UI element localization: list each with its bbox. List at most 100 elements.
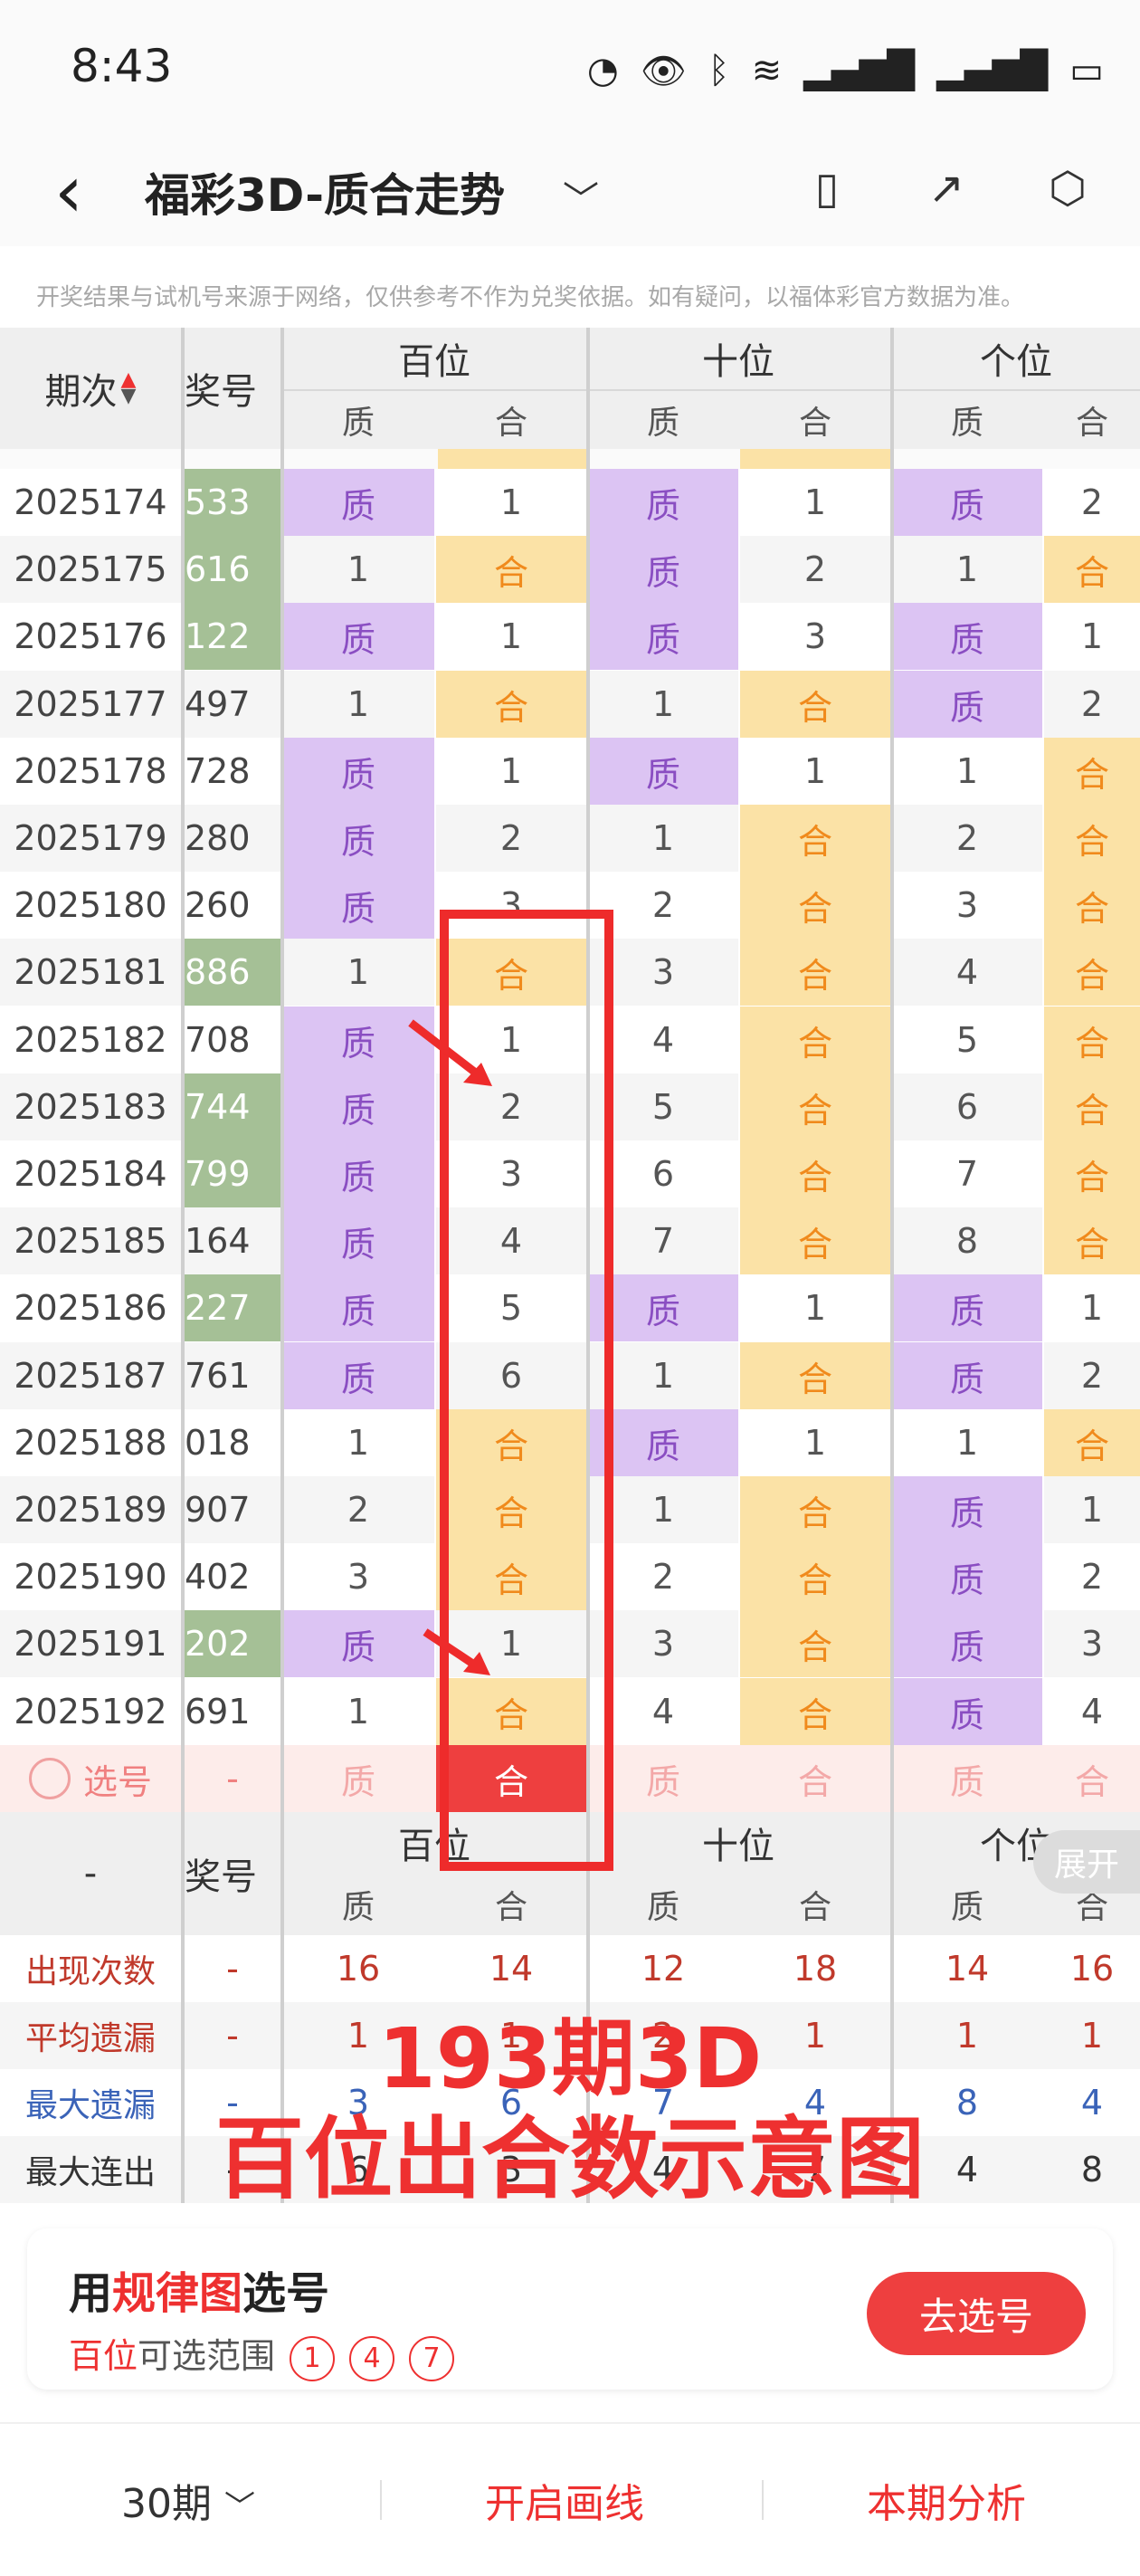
draw-number-cell: 744 — [185, 1073, 280, 1140]
trend-cell: 合 — [740, 1007, 890, 1073]
period-cell: 2025189 — [0, 1476, 181, 1543]
draw-number-cell: 122 — [185, 603, 280, 670]
trend-cell: 1 — [892, 536, 1042, 603]
choice-badge: 4 — [349, 2335, 395, 2381]
trend-cell: 1 — [588, 671, 738, 738]
trend-cell: 2 — [282, 1476, 434, 1543]
period-cell: 2025177 — [0, 671, 181, 738]
column-divider — [181, 328, 185, 2203]
header-group-1: 十位 — [702, 341, 774, 383]
trend-cell: 合 — [1044, 1207, 1140, 1274]
header-sub-2: 质 — [646, 405, 679, 442]
chevron-down-icon: ﹀ — [224, 2489, 255, 2525]
trend-cell: 质 — [282, 603, 434, 670]
radio-icon[interactable] — [28, 1758, 71, 1799]
trend-cell: 2 — [1080, 482, 1104, 522]
draw-number-cell: 497 — [185, 671, 280, 738]
period-cell: 2025191 — [0, 1610, 181, 1677]
trend-cell: 合 — [1044, 738, 1140, 805]
draw-number-cell: 018 — [185, 1423, 251, 1463]
trend-cell: 合 — [740, 1476, 890, 1543]
footer-draw: 奖号 — [185, 1856, 257, 1898]
go-select-button[interactable]: 去选号 — [867, 2272, 1086, 2355]
trend-cell: 质 — [892, 1678, 1042, 1745]
trend-cell: 1 — [1044, 1476, 1140, 1543]
trend-cell: 质 — [892, 1342, 1042, 1409]
footer-sub-0: 质 — [341, 1889, 375, 1926]
trend-cell: 质 — [892, 1610, 1042, 1677]
select-cell[interactable]: 合 — [1044, 1745, 1140, 1812]
trend-cell: 合 — [740, 1543, 890, 1610]
trend-cell: 合 — [740, 805, 890, 872]
divider — [282, 389, 1140, 391]
draw-number-cell: 164 — [185, 1207, 280, 1274]
trend-cell: 质 — [282, 872, 434, 939]
select-cell[interactable]: 质 — [282, 1745, 434, 1812]
trend-cell: 1 — [499, 616, 523, 656]
trend-cell: 3 — [347, 1557, 370, 1597]
period-count-selector[interactable]: 30期 ﹀ — [121, 2471, 255, 2529]
trend-cell: 合 — [1044, 1140, 1140, 1207]
draw-number-cell: 533 — [185, 469, 280, 536]
trend-cell: 质 — [892, 603, 1042, 670]
trend-cell: 合 — [740, 1342, 890, 1409]
trend-cell: 2 — [892, 805, 1042, 872]
trend-cell: 合 — [740, 1610, 890, 1677]
trend-cell: 1 — [499, 751, 523, 791]
trend-cell: 质 — [282, 805, 434, 872]
draw-number-cell: 616 — [185, 536, 280, 603]
trend-cell: 质 — [282, 469, 434, 536]
trend-cell: 2 — [1080, 1557, 1104, 1597]
period-cell: 2025186 — [14, 1288, 167, 1328]
trend-cell: 质 — [892, 1543, 1042, 1610]
trend-cell: 合 — [740, 1678, 890, 1745]
draw-number-cell: 886 — [185, 939, 280, 1006]
footer-sub-3: 合 — [798, 1889, 831, 1926]
trend-cell: 1 — [955, 751, 979, 791]
select-cell[interactable]: 质 — [892, 1745, 1042, 1812]
select-row-label[interactable]: 选号 — [0, 1745, 181, 1812]
trend-cell: 2 — [1044, 1342, 1140, 1409]
draw-line-button[interactable]: 开启画线 — [485, 2471, 644, 2529]
header-sub-0: 质 — [341, 405, 375, 442]
choice-badge: 7 — [409, 2335, 455, 2381]
footer-sub-2: 质 — [646, 1889, 679, 1926]
period-cell: 2025179 — [0, 805, 181, 872]
trend-cell: 合 — [740, 939, 890, 1006]
trend-cell: 质 — [892, 671, 1042, 738]
trend-cell: 质 — [282, 738, 434, 805]
trend-cell: 4 — [1080, 1692, 1104, 1732]
header-group-2: 个位 — [980, 341, 1052, 383]
trend-cell: 1 — [803, 751, 827, 791]
period-cell: 2025187 — [0, 1342, 181, 1409]
period-cell: 2025176 — [14, 616, 167, 656]
draw-number-cell: 280 — [185, 805, 280, 872]
draw-number-cell: 799 — [185, 1140, 280, 1207]
draw-number-cell: 691 — [185, 1692, 251, 1732]
trend-cell: 合 — [1044, 536, 1140, 603]
card-subtitle: 百位可选范围 1 4 7 — [69, 2328, 455, 2381]
trend-cell: 5 — [955, 1020, 979, 1060]
trend-cell: 1 — [588, 805, 738, 872]
draw-number-cell: 260 — [185, 885, 251, 925]
period-cell: 2025185 — [0, 1207, 181, 1274]
trend-cell: 合 — [740, 1073, 890, 1140]
trend-cell: 2 — [436, 805, 586, 872]
annotation-arrow-2 — [423, 1628, 490, 1675]
period-cell: 2025181 — [0, 939, 181, 1006]
trend-cell: 3 — [1044, 1610, 1140, 1677]
select-cell[interactable]: 合 — [740, 1745, 890, 1812]
trend-cell: 1 — [803, 482, 827, 522]
expand-button[interactable]: 展开 — [1033, 1830, 1140, 1894]
trend-cell: 合 — [1044, 1007, 1140, 1073]
sort-icon[interactable]: ▲ ▼ — [121, 370, 137, 406]
trend-cell: 合 — [436, 671, 586, 738]
trend-cell: 质 — [282, 1140, 434, 1207]
footer-sub-1: 合 — [494, 1889, 527, 1926]
column-divider — [890, 328, 894, 2203]
analysis-button[interactable]: 本期分析 — [867, 2471, 1026, 2529]
header-period[interactable]: 期次 ▲ ▼ — [0, 328, 181, 449]
row-strip-fill — [740, 449, 890, 469]
trend-cell: 质 — [588, 603, 738, 670]
period-cell: 2025190 — [14, 1557, 167, 1597]
